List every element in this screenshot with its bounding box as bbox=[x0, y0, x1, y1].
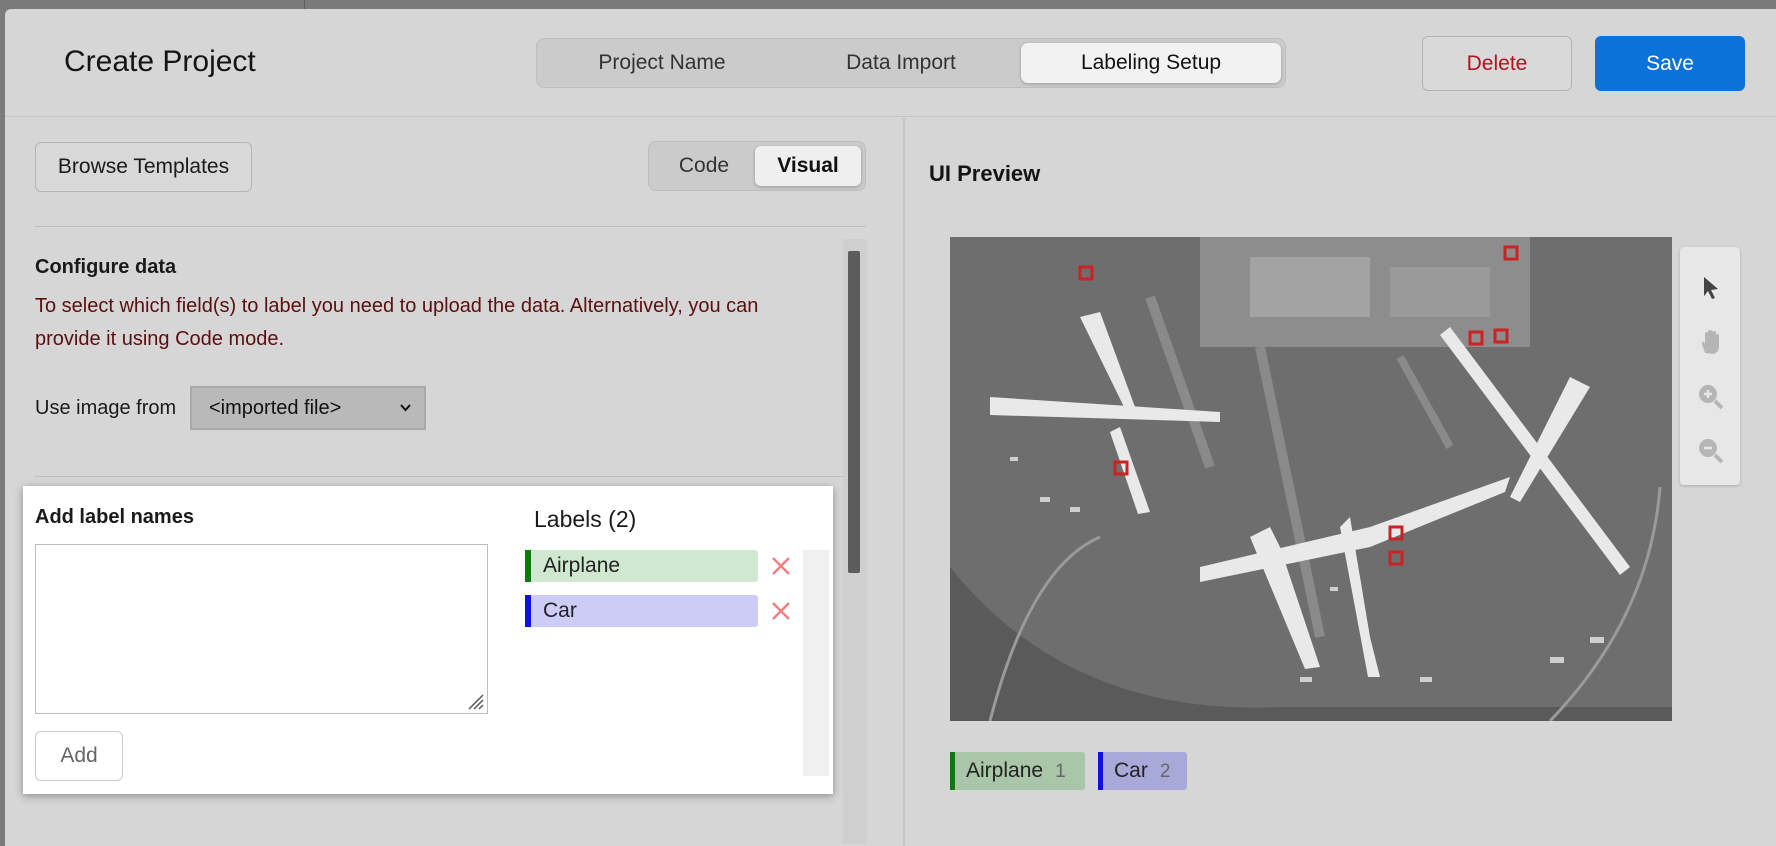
chip-label-count: 2 bbox=[1159, 761, 1171, 782]
chip-label-name: Airplane bbox=[966, 759, 1044, 782]
delete-button[interactable]: Delete bbox=[1422, 36, 1572, 91]
configure-data-heading: Configure data bbox=[35, 256, 177, 278]
close-icon[interactable] bbox=[769, 554, 793, 578]
add-label-button[interactable]: Add bbox=[35, 731, 123, 781]
hand-icon[interactable] bbox=[1695, 327, 1725, 357]
label-editor-panel: Add label names Add Labels (2) Airplane … bbox=[23, 486, 833, 794]
preview-panel: UI Preview Airplane 1 Car 2 bbox=[905, 118, 1776, 846]
tab-labeling-setup[interactable]: Labeling Setup bbox=[1021, 43, 1281, 83]
preview-heading: UI Preview bbox=[929, 161, 1041, 186]
label-item-name: Airplane bbox=[543, 554, 621, 577]
create-project-dialog: Create Project Project Name Data Import … bbox=[5, 9, 1776, 846]
chip-label-name: Car bbox=[1114, 759, 1148, 782]
zoom-out-icon[interactable] bbox=[1695, 435, 1725, 465]
dialog-header: Create Project Project Name Data Import … bbox=[5, 9, 1776, 117]
chevron-down-icon bbox=[400, 404, 411, 412]
divider bbox=[35, 226, 866, 227]
label-item-car[interactable]: Car bbox=[525, 595, 758, 627]
image-source-value: <imported file> bbox=[209, 397, 342, 419]
add-label-names-heading: Add label names bbox=[35, 506, 194, 528]
mode-toggle: Code Visual bbox=[648, 141, 866, 191]
background-divider bbox=[304, 0, 305, 9]
config-panel: Browse Templates Code Visual Configure d… bbox=[5, 118, 903, 846]
config-scrollbar-thumb[interactable] bbox=[848, 251, 860, 573]
background-strip bbox=[0, 0, 1776, 9]
label-color-bar bbox=[525, 550, 531, 582]
label-item-name: Car bbox=[543, 599, 577, 622]
page-title: Create Project bbox=[64, 45, 256, 78]
label-item-airplane[interactable]: Airplane bbox=[525, 550, 758, 582]
labels-scrollbar[interactable] bbox=[803, 550, 829, 776]
labels-heading: Labels (2) bbox=[534, 506, 637, 532]
save-button[interactable]: Save bbox=[1595, 36, 1745, 91]
preview-label-chip-airplane[interactable]: Airplane 1 bbox=[950, 752, 1085, 790]
preview-image[interactable] bbox=[950, 237, 1672, 721]
browse-templates-button[interactable]: Browse Templates bbox=[35, 142, 252, 192]
mode-visual-tab[interactable]: Visual bbox=[755, 146, 861, 186]
close-icon[interactable] bbox=[769, 599, 793, 623]
tab-data-import[interactable]: Data Import bbox=[781, 43, 1021, 83]
use-image-label: Use image from bbox=[35, 397, 177, 419]
resize-grip-icon[interactable] bbox=[463, 689, 485, 711]
configure-data-message: To select which field(s) to label you ne… bbox=[35, 295, 759, 350]
image-toolbar bbox=[1680, 247, 1740, 485]
step-tabs: Project Name Data Import Labeling Setup bbox=[536, 38, 1286, 88]
label-color-bar bbox=[1098, 752, 1103, 790]
image-source-select[interactable]: <imported file> bbox=[190, 386, 426, 430]
label-color-bar bbox=[950, 752, 955, 790]
label-color-bar bbox=[525, 595, 531, 627]
chip-label-count: 1 bbox=[1055, 761, 1066, 782]
pointer-icon[interactable] bbox=[1695, 273, 1725, 303]
tab-project-name[interactable]: Project Name bbox=[543, 43, 781, 83]
zoom-in-icon[interactable] bbox=[1695, 381, 1725, 411]
label-names-textarea[interactable] bbox=[35, 544, 488, 714]
divider bbox=[35, 476, 843, 477]
preview-label-chip-car[interactable]: Car 2 bbox=[1098, 752, 1187, 790]
mode-code-tab[interactable]: Code bbox=[653, 146, 755, 186]
aerial-airport-photo bbox=[950, 237, 1672, 721]
